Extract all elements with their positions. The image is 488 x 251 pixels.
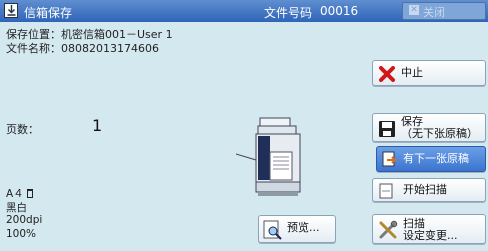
paper-size-text: A４ <box>6 188 24 200</box>
preview-button[interactable]: 预览... <box>258 215 336 243</box>
title-bar: 信箱保存 文件号码 00016 ✕ 关闭 <box>0 0 488 22</box>
save-button-sublabel: （无下张原稿） <box>401 127 478 140</box>
start-scan-button[interactable]: 开始扫描 <box>372 178 486 202</box>
next-original-label: 有下一张原稿 <box>403 152 469 165</box>
preview-label: 预览... <box>287 221 320 234</box>
start-scan-label: 开始扫描 <box>403 183 447 196</box>
stop-button[interactable]: 中止 <box>372 60 486 86</box>
mailbox-save-icon <box>4 3 18 18</box>
stop-x-icon <box>379 66 395 85</box>
document-number-label: 文件号码 <box>264 6 313 20</box>
close-button[interactable]: ✕ 关闭 <box>402 2 486 20</box>
next-original-button[interactable]: 有下一张原稿 <box>376 146 486 172</box>
document-icon <box>379 183 393 202</box>
document-number-value: 00016 <box>320 4 359 18</box>
tools-icon <box>378 220 398 243</box>
copier-illustration <box>235 116 304 202</box>
stop-button-label: 中止 <box>401 66 423 79</box>
page-count-label: 页数： <box>6 123 39 136</box>
scale: 100% <box>6 228 37 240</box>
resolution: 200dpi <box>6 214 43 226</box>
scan-settings-sublabel: 设定变更... <box>403 229 458 242</box>
floppy-disk-icon <box>378 120 396 141</box>
preview-magnifier-icon <box>263 220 283 243</box>
color-mode: 黑白 <box>6 202 27 214</box>
next-page-icon <box>382 151 398 172</box>
file-name: 文件名称：08082013174606 <box>6 42 159 55</box>
paper-size: A４ <box>6 186 33 201</box>
paper-orientation-icon <box>26 189 33 198</box>
close-button-label: 关闭 <box>423 6 445 19</box>
page-count-value: 1 <box>92 116 103 135</box>
close-icon: ✕ <box>409 5 419 15</box>
scan-settings-change-button[interactable]: 扫描 设定变更... <box>372 214 486 244</box>
save-no-next-original-button[interactable]: 保存 （无下张原稿） <box>372 113 486 142</box>
page-title: 信箱保存 <box>24 6 73 20</box>
